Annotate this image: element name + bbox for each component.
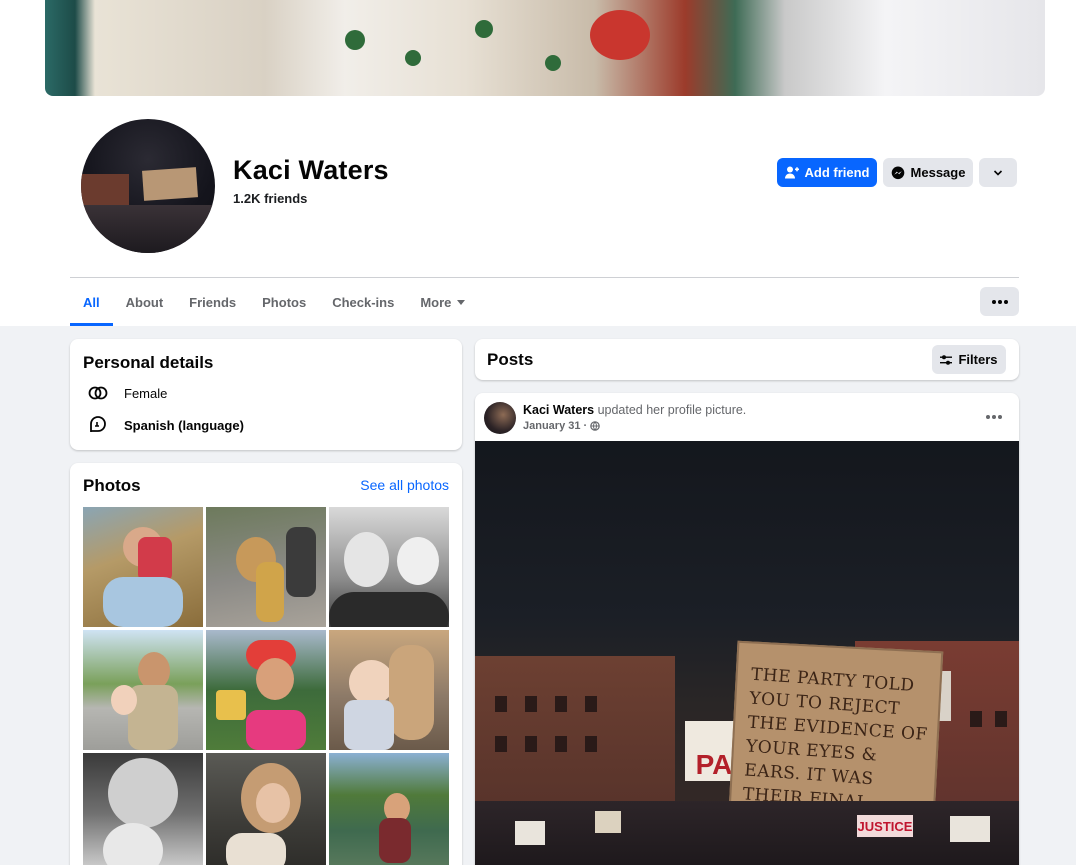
add-friend-button[interactable]: Add friend	[777, 158, 877, 187]
photos-card: Photos See all photos	[70, 463, 462, 865]
justice-sign: JUSTICE	[857, 815, 913, 837]
post-options-button[interactable]	[986, 415, 1002, 419]
globe-icon	[590, 421, 600, 431]
post-header-line: Kaci Waters updated her profile picture.	[523, 403, 746, 417]
photo-thumbnail[interactable]	[83, 630, 203, 750]
profile-name: Kaci Waters	[233, 155, 389, 185]
caret-down-icon	[457, 299, 466, 305]
photo-thumbnail[interactable]	[83, 753, 203, 865]
messenger-icon	[891, 166, 904, 179]
filters-label: Filters	[958, 352, 998, 367]
add-person-icon	[784, 166, 799, 179]
personal-details-title: Personal details	[83, 353, 214, 372]
message-label: Message	[910, 165, 966, 180]
tab-about[interactable]: About	[113, 278, 177, 326]
personal-details-card: Personal details Female Spanish (languag…	[70, 339, 462, 450]
photo-thumbnail[interactable]	[206, 507, 326, 627]
crowd	[475, 801, 1019, 865]
detail-gender-text: Female	[124, 385, 168, 401]
detail-gender: Female	[87, 382, 167, 404]
photos-title: Photos	[83, 476, 141, 495]
filters-button[interactable]: Filters	[932, 345, 1006, 374]
friends-count[interactable]: 1.2K friends	[233, 191, 307, 206]
profile-tabs: All About Friends Photos Check-ins More	[70, 278, 478, 326]
meta-separator: ·	[583, 420, 588, 432]
photo-thumbnail[interactable]	[329, 753, 449, 865]
profile-options-button[interactable]	[980, 287, 1019, 316]
detail-language-text: Spanish (language)	[124, 417, 244, 433]
more-dots-icon	[991, 299, 996, 304]
cover-photo[interactable]	[45, 0, 1045, 96]
post-card: Kaci Waters updated her profile picture.…	[475, 393, 1019, 865]
photo-thumbnail[interactable]	[329, 630, 449, 750]
message-button[interactable]: Message	[883, 158, 973, 187]
posts-title: Posts	[487, 350, 534, 369]
chevron-down-icon	[993, 169, 1003, 176]
see-all-photos-link[interactable]: See all photos	[360, 477, 449, 493]
tab-more-label: More	[420, 294, 452, 310]
photo-thumbnail[interactable]	[329, 507, 449, 627]
photo-thumbnail[interactable]	[83, 507, 203, 627]
tab-more[interactable]: More	[407, 278, 478, 326]
tab-friends[interactable]: Friends	[176, 278, 249, 326]
post-action-text: updated her profile picture.	[597, 403, 747, 417]
photo-thumbnail[interactable]	[206, 753, 326, 865]
more-dots-icon	[986, 415, 990, 419]
photos-grid	[83, 507, 449, 865]
profile-avatar[interactable]	[81, 119, 215, 253]
gender-icon	[88, 386, 108, 400]
post-meta: January 31 ·	[523, 420, 600, 432]
photo-thumbnail[interactable]	[206, 630, 326, 750]
tab-check-ins[interactable]: Check-ins	[319, 278, 407, 326]
posts-header-card: Posts Filters	[475, 339, 1019, 380]
language-icon	[90, 416, 106, 432]
more-actions-button[interactable]	[979, 158, 1017, 187]
filters-icon	[940, 354, 953, 365]
post-image[interactable]: PA THE PARTY TOLD YOU TO REJECT THE EVID…	[475, 441, 1019, 865]
profile-header: Kaci Waters 1.2K friends Add friend Mess…	[0, 0, 1076, 326]
post-date[interactable]: January 31	[523, 420, 580, 432]
tab-photos[interactable]: Photos	[249, 278, 319, 326]
add-friend-label: Add friend	[804, 165, 870, 180]
post-author-name[interactable]: Kaci Waters	[523, 403, 594, 417]
tab-all[interactable]: All	[70, 278, 113, 326]
post-author-avatar[interactable]	[484, 402, 516, 434]
detail-language: Spanish (language)	[87, 414, 244, 436]
